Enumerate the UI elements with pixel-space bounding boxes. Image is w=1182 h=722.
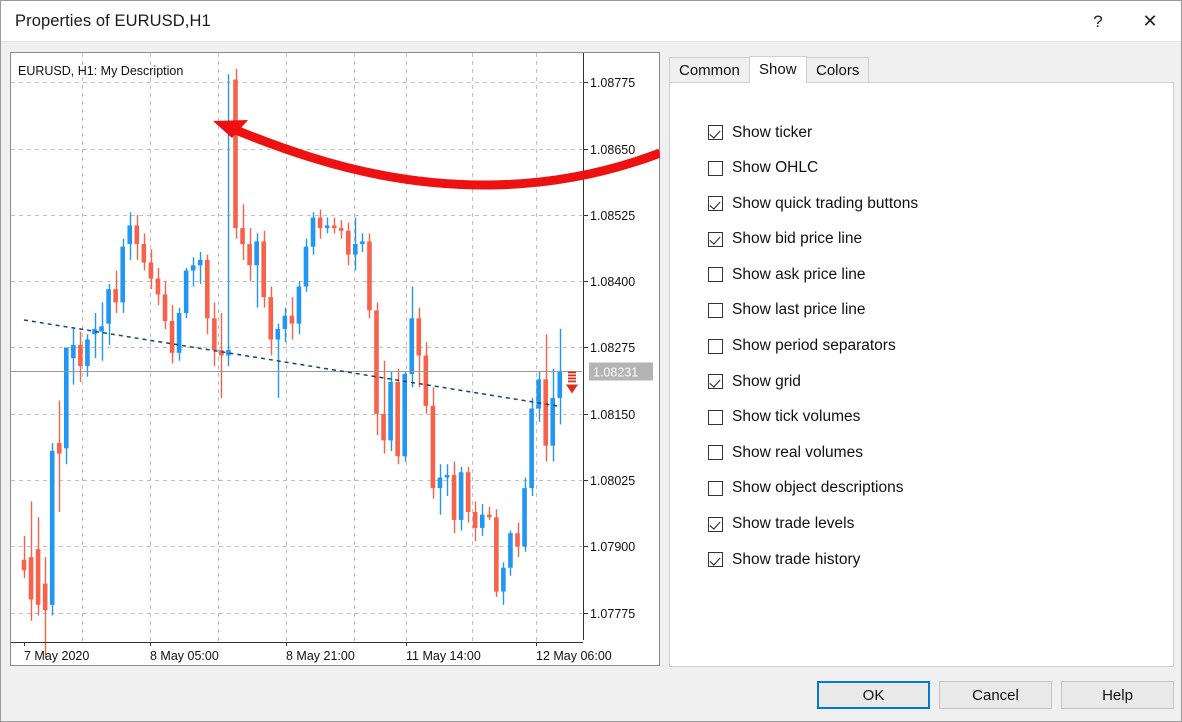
svg-text:1.08150: 1.08150	[590, 408, 635, 422]
checkbox-checked-icon[interactable]	[708, 196, 723, 211]
properties-dialog: Properties of EURUSD,H1 ? ✕ 1.08775 1.086…	[0, 0, 1182, 722]
checkbox-row[interactable]: Show real volumes	[708, 441, 1138, 464]
svg-text:7 May 2020: 7 May 2020	[24, 649, 89, 663]
tab-common[interactable]: Common	[669, 57, 750, 83]
checkbox-row[interactable]: Show object descriptions	[708, 477, 1138, 500]
checkbox-row[interactable]: Show last price line	[708, 299, 1138, 322]
chart-canvas: 1.08775 1.08650 1.08525 1.08400 1.08275 1.081…	[10, 52, 660, 666]
show-options-list: Show ticker Show OHLC Show quick trading b…	[708, 121, 1138, 584]
svg-text:1.07900: 1.07900	[590, 540, 635, 554]
checkbox-row[interactable]: Show tick volumes	[708, 406, 1138, 429]
checkbox-row[interactable]: Show grid	[708, 370, 1138, 393]
svg-text:1.07775: 1.07775	[590, 607, 635, 621]
checkbox-label: Show tick volumes	[732, 408, 860, 426]
checkbox-label: Show object descriptions	[732, 479, 903, 497]
tab-colors-label: Colors	[816, 62, 859, 79]
close-icon[interactable]: ✕	[1127, 1, 1173, 42]
checkbox-unchecked-icon[interactable]	[708, 481, 723, 496]
checkbox-label: Show ticker	[732, 124, 812, 142]
tab-show[interactable]: Show	[749, 56, 807, 83]
checkbox-unchecked-icon[interactable]	[708, 339, 723, 354]
checkbox-label: Show trade levels	[732, 515, 854, 533]
checkbox-unchecked-icon[interactable]	[708, 267, 723, 282]
svg-text:1.08275: 1.08275	[590, 341, 635, 355]
chart-ticker-label: EURUSD, H1: My Description	[18, 64, 183, 78]
checkbox-row[interactable]: Show ticker	[708, 121, 1138, 144]
checkbox-label: Show period separators	[732, 337, 896, 355]
chart-preview-panel: 1.08775 1.08650 1.08525 1.08400 1.08275 1.081…	[10, 52, 660, 666]
svg-text:1.08025: 1.08025	[590, 474, 635, 488]
checkbox-label: Show bid price line	[732, 230, 862, 248]
price-chart: 1.08775 1.08650 1.08525 1.08400 1.08275 1.081…	[10, 52, 660, 666]
checkbox-checked-icon[interactable]	[708, 125, 723, 140]
checkbox-row[interactable]: Show quick trading buttons	[708, 192, 1138, 215]
cancel-button-label: Cancel	[972, 687, 1019, 704]
svg-text:1.08775: 1.08775	[590, 76, 635, 90]
checkbox-checked-icon[interactable]	[708, 552, 723, 567]
help-button[interactable]: Help	[1061, 681, 1174, 709]
ok-button-label: OK	[863, 687, 885, 704]
checkbox-row[interactable]: Show OHLC	[708, 157, 1138, 180]
tab-page-show: Show ticker Show OHLC Show quick trading b…	[669, 82, 1174, 667]
title-bar: Properties of EURUSD,H1 ? ✕	[1, 1, 1181, 42]
page-title: Properties of EURUSD,H1	[15, 12, 211, 31]
tab-strip: Common Show Colors	[669, 57, 1174, 83]
checkbox-label: Show grid	[732, 373, 801, 391]
tab-colors[interactable]: Colors	[806, 57, 869, 83]
checkbox-checked-icon[interactable]	[708, 517, 723, 532]
checkbox-row[interactable]: Show bid price line	[708, 228, 1138, 251]
bid-price-badge: 1.08231	[589, 363, 653, 381]
checkbox-label: Show quick trading buttons	[732, 195, 918, 213]
svg-text:8 May 21:00: 8 May 21:00	[286, 649, 355, 663]
checkbox-label: Show last price line	[732, 301, 866, 319]
checkbox-checked-icon[interactable]	[708, 374, 723, 389]
checkbox-checked-icon[interactable]	[708, 232, 723, 247]
ok-button[interactable]: OK	[817, 681, 930, 709]
svg-text:1.08650: 1.08650	[590, 143, 635, 157]
checkbox-unchecked-icon[interactable]	[708, 303, 723, 318]
tab-show-label: Show	[759, 61, 797, 78]
checkbox-row[interactable]: Show period separators	[708, 335, 1138, 358]
help-icon[interactable]: ?	[1075, 1, 1121, 42]
checkbox-row[interactable]: Show ask price line	[708, 263, 1138, 286]
svg-text:1.08525: 1.08525	[590, 209, 635, 223]
checkbox-label: Show OHLC	[732, 159, 818, 177]
svg-text:1.08400: 1.08400	[590, 275, 635, 289]
help-button-label: Help	[1102, 687, 1133, 704]
cancel-button[interactable]: Cancel	[939, 681, 1052, 709]
checkbox-row[interactable]: Show trade history	[708, 548, 1138, 571]
checkbox-label: Show real volumes	[732, 444, 863, 462]
svg-text:11 May 14:00: 11 May 14:00	[406, 649, 481, 663]
checkbox-unchecked-icon[interactable]	[708, 445, 723, 460]
checkbox-label: Show trade history	[732, 551, 860, 569]
checkbox-unchecked-icon[interactable]	[708, 161, 723, 176]
checkbox-label: Show ask price line	[732, 266, 866, 284]
svg-text:8 May 05:00: 8 May 05:00	[150, 649, 219, 663]
tab-common-label: Common	[679, 62, 740, 79]
checkbox-unchecked-icon[interactable]	[708, 410, 723, 425]
svg-text:12 May 06:00: 12 May 06:00	[536, 649, 612, 663]
svg-text:1.08231: 1.08231	[593, 366, 638, 380]
checkbox-row[interactable]: Show trade levels	[708, 513, 1138, 536]
